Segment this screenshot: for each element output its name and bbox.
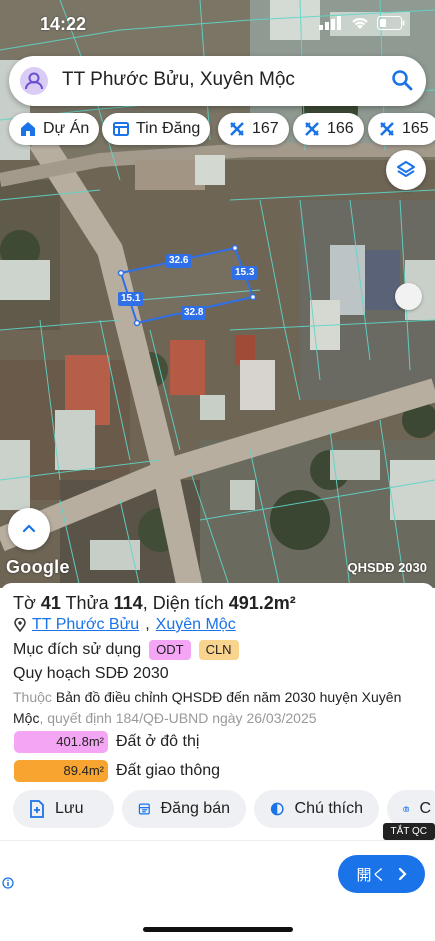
chevron-right-icon <box>398 867 407 881</box>
purpose-tag-cln[interactable]: CLN <box>198 640 239 660</box>
dimension-bottom: 32.8 <box>181 306 207 320</box>
chip-road-167[interactable]: 167 <box>218 113 289 145</box>
purpose-tag-odt[interactable]: ODT <box>149 640 191 660</box>
land-use-area-bar: 89.4m² <box>14 760 108 782</box>
expand-up-button[interactable] <box>8 508 50 550</box>
layers-icon <box>397 161 415 177</box>
parcel-location: TT Phước Bửu, Xuyên Mộc <box>14 616 236 634</box>
info-icon[interactable] <box>2 877 14 889</box>
camera-icon <box>403 806 410 812</box>
status-time: 14:22 <box>40 14 87 34</box>
status-bar: 14:22 <box>0 0 435 48</box>
avatar[interactable] <box>20 67 48 95</box>
ward-link[interactable]: TT Phước Bửu <box>32 616 139 634</box>
action-bar: Lưu Đăng bán Chú thích C <box>0 790 435 830</box>
road-icon <box>380 122 394 136</box>
plan-title: Quy hoạch SDĐ 2030 <box>13 665 169 682</box>
layer-label: QHSDĐ 2030 <box>347 560 427 575</box>
chip-road-166[interactable]: 166 <box>293 113 364 145</box>
layers-button[interactable] <box>386 150 426 190</box>
chip-tin-dang[interactable]: Tin Đăng <box>102 113 211 145</box>
user-icon <box>25 72 43 90</box>
house-icon <box>21 122 35 136</box>
plan-description: Thuộc Bản đồ điều chỉnh QHSDĐ đến năm 20… <box>13 689 402 726</box>
land-use-label: Đất giao thông <box>116 762 221 779</box>
search-input[interactable]: TT Phước Bửu, Xuyên Mộc <box>62 69 295 91</box>
listing-icon <box>113 122 129 136</box>
post-icon <box>138 803 150 815</box>
ad-banner[interactable]: 開く <box>0 840 435 906</box>
search-icon[interactable] <box>390 68 414 92</box>
location-pin-icon <box>14 618 26 632</box>
land-purpose: Mục đích sử dụng ODT CLN <box>13 640 239 660</box>
chip-road-165[interactable]: 165 <box>368 113 435 145</box>
parcel-info-panel: Tờ 41 Thửa 114, Diện tích 491.2m² TT Phư… <box>0 583 435 843</box>
ad-open-button[interactable]: 開く <box>338 855 425 893</box>
battery-icon <box>377 16 405 30</box>
filter-chips: Dự Án Tin Đăng 167 166 165 <box>9 113 435 145</box>
post-sale-button[interactable]: Đăng bán <box>122 790 246 828</box>
legend-button[interactable]: Chú thích <box>254 790 379 828</box>
land-use-area-bar: 401.8m² <box>14 731 108 753</box>
dimension-top: 32.6 <box>166 254 192 268</box>
parcel-title: Tờ 41 Thửa 114, Diện tích 491.2m² <box>13 593 296 613</box>
land-use-row: 401.8m² Đất ở đô thị <box>14 731 199 753</box>
save-button[interactable]: Lưu <box>13 790 114 828</box>
signal-icon <box>319 16 341 30</box>
home-indicator <box>143 927 293 932</box>
wifi-icon <box>352 18 368 29</box>
district-link[interactable]: Xuyên Mộc <box>156 616 236 634</box>
dimension-left: 15.1 <box>118 292 144 306</box>
hide-ads-button[interactable]: TẮT QC <box>382 823 435 840</box>
chevron-up-icon <box>22 524 36 533</box>
search-bar[interactable]: TT Phước Bửu, Xuyên Mộc <box>9 56 426 106</box>
road-icon <box>305 122 319 136</box>
save-icon <box>30 800 44 818</box>
land-use-label: Đất ở đô thị <box>116 733 200 750</box>
google-logo: Google <box>6 557 70 577</box>
land-use-row: 89.4m² Đất giao thông <box>14 760 220 782</box>
legend-icon <box>270 802 284 816</box>
dimension-right: 15.3 <box>232 266 258 280</box>
opacity-slider-handle[interactable] <box>395 283 422 310</box>
chip-du-an[interactable]: Dự Án <box>9 113 100 145</box>
map-view[interactable]: 32.6 15.3 15.1 32.8 14:22 TT Phước Bửu, … <box>0 0 435 588</box>
road-icon <box>230 122 244 136</box>
